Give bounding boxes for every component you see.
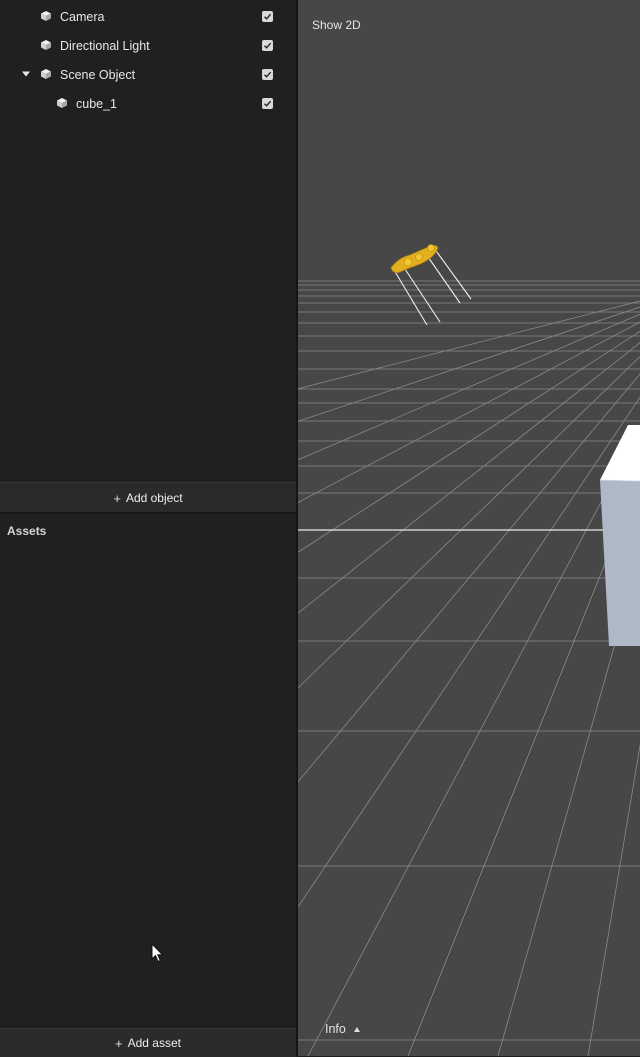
cube-1-mesh[interactable] xyxy=(599,425,640,646)
plus-icon: + xyxy=(113,490,121,506)
visibility-checkbox-scene-object[interactable] xyxy=(262,69,273,80)
assets-title: Assets xyxy=(7,524,47,538)
scene-hierarchy: Camera Directional Light Scene Object cu… xyxy=(0,0,296,482)
add-object-button[interactable]: + Add object xyxy=(0,482,296,513)
show-2d-toggle[interactable]: Show 2D xyxy=(312,18,361,32)
visibility-checkbox-directional-light[interactable] xyxy=(262,40,273,51)
assets-panel: Assets xyxy=(0,514,296,1028)
check-icon xyxy=(264,13,272,20)
cube-icon xyxy=(41,69,51,79)
add-object-label: Add object xyxy=(125,491,183,505)
tree-item-label: cube_1 xyxy=(76,97,118,111)
tree-item-cube-1[interactable]: cube_1 xyxy=(0,89,296,118)
check-icon xyxy=(264,42,272,49)
plus-icon: + xyxy=(115,1035,123,1051)
tree-item-scene-object[interactable]: Scene Object xyxy=(0,60,296,89)
visibility-checkbox-camera[interactable] xyxy=(262,11,273,22)
scene-render[interactable] xyxy=(298,0,640,1056)
tree-item-label: Camera xyxy=(60,10,105,24)
tree-item-directional-light[interactable]: Directional Light xyxy=(0,31,296,60)
cube-icon xyxy=(41,11,51,21)
add-asset-label: Add asset xyxy=(127,1036,181,1050)
info-button[interactable]: Info xyxy=(325,1022,360,1036)
mouse-cursor-icon xyxy=(151,943,164,963)
floor-grid xyxy=(298,280,640,1056)
tree-item-label: Scene Object xyxy=(60,68,136,82)
check-icon xyxy=(264,71,272,78)
info-label: Info xyxy=(325,1022,346,1036)
visibility-checkbox-cube-1[interactable] xyxy=(262,98,273,109)
cube-icon xyxy=(57,98,67,108)
tree-item-camera[interactable]: Camera xyxy=(0,2,296,31)
caret-up-icon xyxy=(353,1026,360,1032)
add-asset-button[interactable]: + Add asset xyxy=(0,1028,296,1057)
check-icon xyxy=(264,100,272,107)
chevron-down-icon[interactable] xyxy=(21,69,31,79)
cube-icon xyxy=(41,40,51,50)
left-panel: Camera Directional Light Scene Object cu… xyxy=(0,0,296,1057)
tree-item-label: Directional Light xyxy=(60,39,150,53)
scene-viewport[interactable]: Show 2D Info xyxy=(298,0,640,1056)
